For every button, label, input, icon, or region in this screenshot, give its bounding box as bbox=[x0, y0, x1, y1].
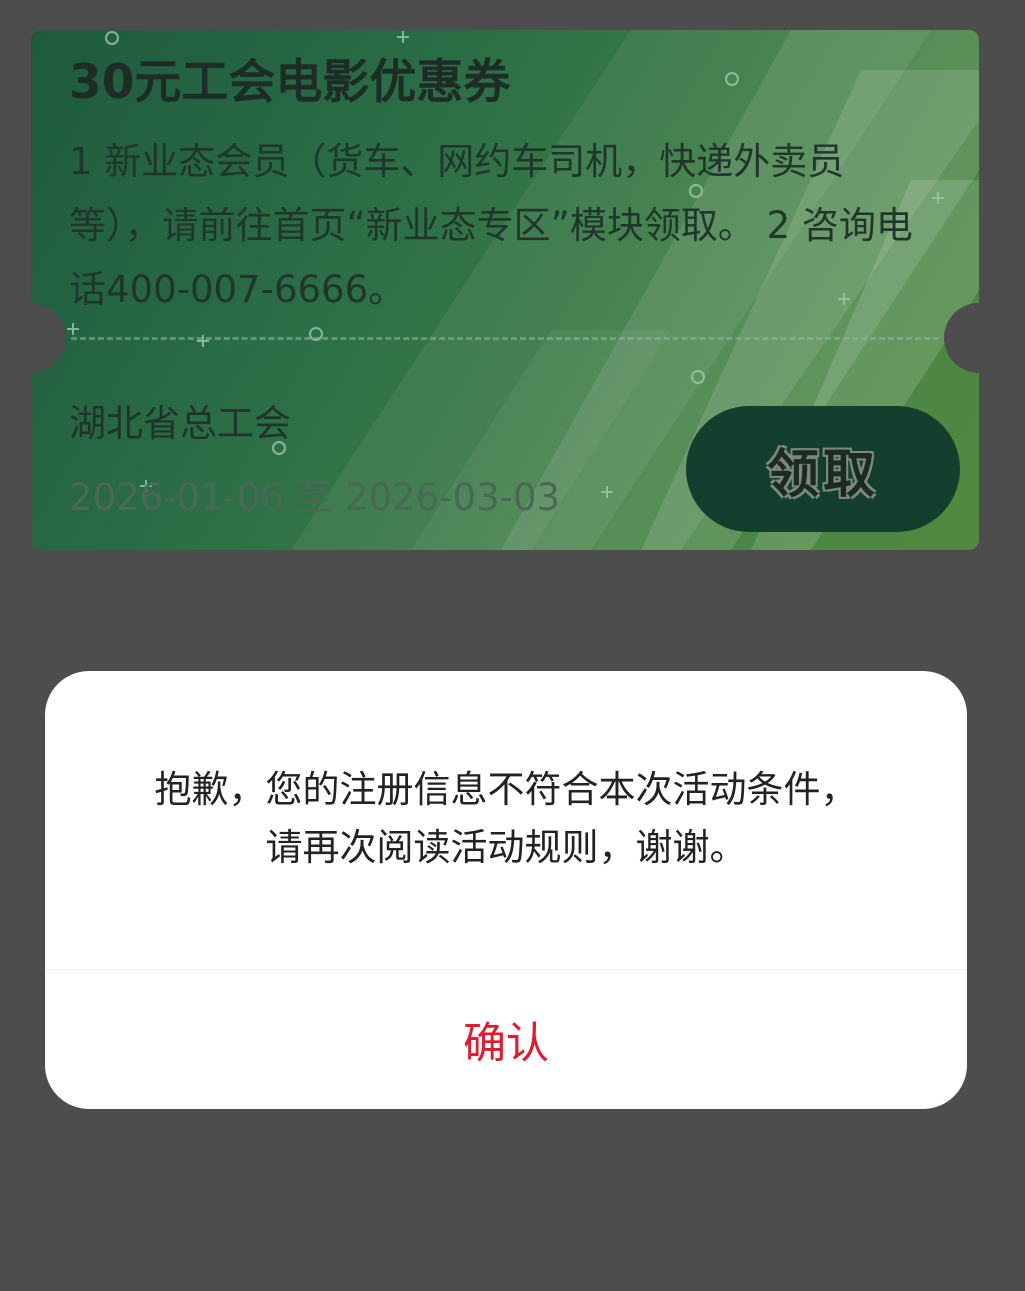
coupon-issuer: 湖北省总工会 bbox=[69, 402, 291, 445]
claim-button[interactable]: 领取 bbox=[686, 406, 960, 532]
coupon-validity: 2026-01-06 至 2026-03-03 bbox=[69, 472, 560, 524]
valid-to-date: 2026-03-03 bbox=[345, 476, 561, 519]
coupon-dashed-divider bbox=[71, 337, 939, 340]
screen: 30元工会电影优惠券 1 新业态会员（货车、网约车司机，快递外卖员等），请前往首… bbox=[0, 0, 1025, 1291]
coupon-notch-right bbox=[944, 303, 979, 373]
valid-from-date: 2026-01-06 bbox=[69, 476, 285, 519]
coupon-card: 30元工会电影优惠券 1 新业态会员（货车、网约车司机，快递外卖员等），请前往首… bbox=[31, 30, 979, 550]
dialog-message-line-1: 抱歉，您的注册信息不符合本次活动条件， bbox=[154, 768, 858, 811]
valid-separator: 至 bbox=[296, 476, 334, 519]
confirm-button[interactable]: 确认 bbox=[45, 970, 967, 1109]
coupon-description: 1 新业态会员（货车、网约车司机，快递外卖员等），请前往首页“新业态专区”模块领… bbox=[69, 140, 913, 311]
dialog-message: 抱歉，您的注册信息不符合本次活动条件， 请再次阅读活动规则，谢谢。 bbox=[45, 761, 967, 877]
alert-dialog: 抱歉，您的注册信息不符合本次活动条件， 请再次阅读活动规则，谢谢。 确认 bbox=[45, 671, 967, 1109]
coupon-notch-left bbox=[31, 303, 66, 373]
coupon-title: 30元工会电影优惠券 bbox=[69, 55, 511, 110]
dialog-message-line-2: 请再次阅读活动规则，谢谢。 bbox=[265, 826, 747, 869]
